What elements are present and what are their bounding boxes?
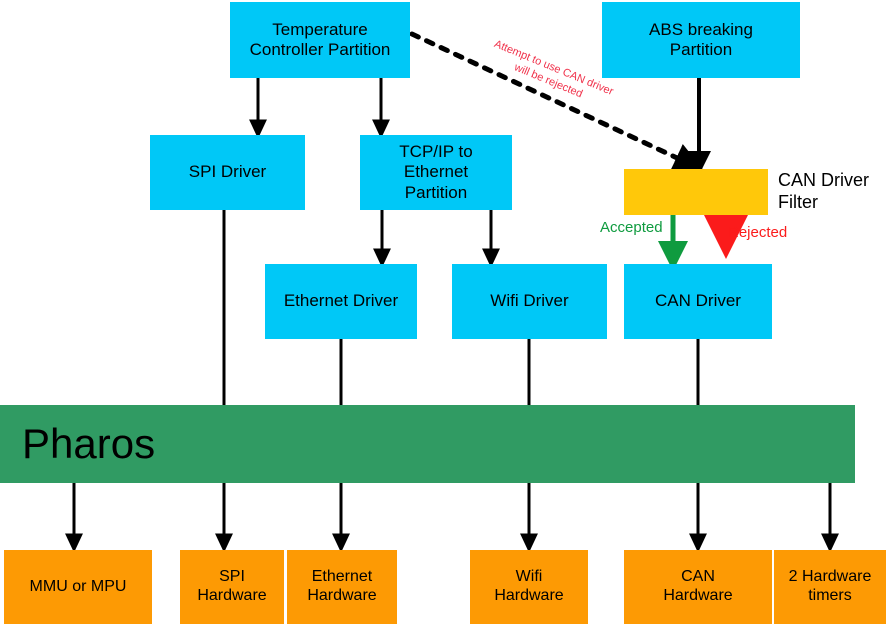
hardware-wifi[interactable]: Wifi Hardware <box>470 550 588 624</box>
hardware-timers[interactable]: 2 Hardware timers <box>774 550 886 624</box>
partition-temperature-controller[interactable]: Temperature Controller Partition <box>230 2 410 78</box>
architecture-diagram: CAN Driver Filter Accepted Rejected Temp… <box>0 0 889 624</box>
hardware-spi[interactable]: SPI Hardware <box>180 550 284 624</box>
reject-attempt-annotation: Attempt to use CAN driver will be reject… <box>492 38 616 101</box>
driver-wifi[interactable]: Wifi Driver <box>452 264 607 339</box>
hardware-mmu-or-mpu[interactable]: MMU or MPU <box>4 550 152 624</box>
partition-tcpip-to-ethernet[interactable]: TCP/IP to Ethernet Partition <box>360 135 512 210</box>
driver-can[interactable]: CAN Driver <box>624 264 772 339</box>
accepted-label: Accepted <box>600 219 663 236</box>
can-driver-filter-label: CAN Driver Filter <box>778 170 870 212</box>
can-driver-filter-box[interactable] <box>624 169 768 215</box>
driver-spi[interactable]: SPI Driver <box>150 135 305 210</box>
platform-pharos[interactable]: Pharos <box>0 405 855 483</box>
driver-ethernet[interactable]: Ethernet Driver <box>265 264 417 339</box>
hardware-ethernet[interactable]: Ethernet Hardware <box>287 550 397 624</box>
hardware-can[interactable]: CAN Hardware <box>624 550 772 624</box>
rejected-label: Rejected <box>728 224 788 241</box>
partition-abs-breaking[interactable]: ABS breaking Partition <box>602 2 800 78</box>
